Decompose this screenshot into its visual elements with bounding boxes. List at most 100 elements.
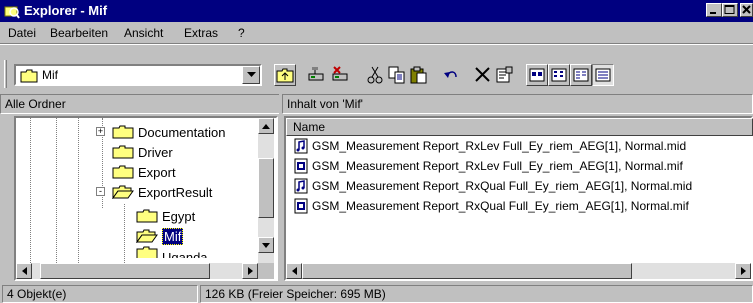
list-horizontal-scrollbar[interactable]: [286, 263, 751, 279]
properties-button[interactable]: [494, 64, 516, 86]
properties-icon: [496, 66, 513, 83]
copy-button[interactable]: [386, 64, 408, 86]
window-title: Explorer - Mif: [24, 3, 108, 18]
delete-button[interactable]: [472, 64, 494, 86]
menu-datei[interactable]: Datei: [8, 26, 36, 40]
scroll-left-button[interactable]: [286, 263, 302, 279]
tree-item-mif[interactable]: Mif: [136, 226, 184, 246]
list-view-icon: [573, 68, 589, 82]
file-item[interactable]: GSM_Measurement Report_RxQual Full_Ey_ri…: [294, 176, 692, 196]
column-header-name[interactable]: Name: [286, 118, 753, 136]
tree-horizontal-scrollbar[interactable]: [16, 263, 258, 279]
tree-item-documentation[interactable]: Documentation: [112, 122, 225, 142]
up-one-level-button[interactable]: [274, 64, 296, 86]
arrow-left-icon: [21, 267, 27, 275]
arrow-up-icon: [262, 123, 270, 129]
close-icon: [742, 5, 751, 14]
address-dropdown-button[interactable]: [242, 66, 260, 84]
undo-icon: [444, 71, 457, 78]
tree-header: Alle Ordner: [0, 94, 280, 114]
open-folder-icon: [136, 229, 158, 243]
pane-splitter[interactable]: [279, 94, 282, 283]
map-drive-button[interactable]: [306, 64, 328, 86]
folder-icon: [136, 246, 158, 258]
small-icons-button[interactable]: [548, 64, 570, 86]
menu-bearbeiten[interactable]: Bearbeiten: [50, 26, 108, 40]
tree-item-egypt[interactable]: Egypt: [136, 206, 195, 226]
arrow-left-icon: [291, 267, 297, 275]
expander-exportresult[interactable]: -: [96, 187, 105, 196]
scroll-thumb[interactable]: [40, 263, 210, 279]
scroll-right-button[interactable]: [735, 263, 751, 279]
scroll-thumb[interactable]: [302, 263, 632, 279]
tree-item-export[interactable]: Export: [112, 162, 176, 182]
chevron-down-icon: [246, 72, 256, 77]
scroll-corner: [258, 263, 274, 279]
status-object-count: 4 Objekt(e): [2, 285, 198, 303]
folder-tree[interactable]: + Documentation Driver Export - ExportRe…: [14, 116, 278, 281]
disconnect-drive-icon: [332, 66, 348, 81]
tree-vertical-scrollbar[interactable]: [258, 118, 274, 263]
maximize-icon: [724, 5, 735, 14]
explorer-app-icon: [4, 6, 20, 19]
list-view-button[interactable]: [570, 64, 592, 86]
map-network-drive-icon: [308, 67, 324, 81]
folder-icon: [112, 145, 134, 159]
mif-file-icon: [294, 198, 308, 214]
clipboard-icon: [410, 66, 427, 84]
tree-item-driver[interactable]: Driver: [112, 142, 173, 162]
large-icons-button[interactable]: [526, 64, 548, 86]
minimize-button[interactable]: [706, 3, 722, 17]
file-item[interactable]: GSM_Measurement Report_RxQual Full_Ey_ri…: [294, 196, 689, 216]
menu-separator: [0, 43, 753, 45]
file-item[interactable]: GSM_Measurement Report_RxLev Full_Ey_rie…: [294, 136, 686, 156]
address-combo[interactable]: Mif: [14, 64, 262, 86]
arrow-down-icon: [262, 242, 270, 248]
scroll-left-button[interactable]: [16, 263, 32, 279]
menu-ansicht[interactable]: Ansicht: [124, 26, 163, 40]
scroll-right-button[interactable]: [242, 263, 258, 279]
scroll-up-button[interactable]: [258, 118, 274, 134]
minimize-icon: [710, 12, 716, 14]
toolbar-grip[interactable]: [4, 60, 7, 88]
folder-icon: [20, 69, 38, 83]
disconnect-drive-button[interactable]: [330, 64, 352, 86]
paste-button[interactable]: [408, 64, 430, 86]
arrow-right-icon: [740, 267, 746, 275]
mid-file-icon: [294, 138, 308, 154]
mif-file-icon: [294, 158, 308, 174]
menu-help[interactable]: ?: [238, 26, 245, 40]
arrow-right-icon: [247, 267, 253, 275]
status-size: 126 KB (Freier Speicher: 695 MB): [200, 285, 753, 303]
title-bar[interactable]: Explorer - Mif: [0, 0, 753, 22]
contents-header: Inhalt von 'Mif': [282, 94, 753, 114]
details-view-icon: [595, 68, 611, 82]
folder-up-icon: [276, 68, 294, 83]
file-item[interactable]: GSM_Measurement Report_RxLev Full_Ey_rie…: [294, 156, 683, 176]
undo-button[interactable]: [440, 64, 462, 86]
status-bar: 4 Objekt(e) 126 KB (Freier Speicher: 695…: [0, 283, 753, 303]
folder-icon: [136, 209, 158, 223]
scissors-icon: [367, 66, 383, 84]
mid-file-icon: [294, 178, 308, 194]
folder-icon: [112, 165, 134, 179]
close-button[interactable]: [740, 3, 753, 17]
menu-extras[interactable]: Extras: [184, 26, 218, 40]
tree-item-exportresult[interactable]: ExportResult: [112, 182, 212, 202]
delete-icon: [475, 67, 490, 82]
large-icons-view-icon: [529, 68, 545, 82]
scroll-down-button[interactable]: [258, 237, 274, 253]
copy-icon: [388, 66, 405, 84]
small-icons-view-icon: [551, 68, 567, 82]
open-folder-icon: [112, 185, 134, 199]
tree-item-uganda[interactable]: Uganda: [136, 246, 208, 258]
details-view-button[interactable]: [592, 64, 614, 86]
maximize-button[interactable]: [722, 3, 738, 17]
address-value: Mif: [42, 68, 58, 82]
file-list[interactable]: Name GSM_Measurement Report_RxLev Full_E…: [284, 116, 753, 281]
menu-bar: Datei Bearbeiten Ansicht Extras ?: [0, 22, 753, 42]
expander-documentation[interactable]: +: [96, 127, 105, 136]
scroll-thumb[interactable]: [258, 158, 274, 218]
cut-button[interactable]: [364, 64, 386, 86]
folder-icon: [112, 125, 134, 139]
